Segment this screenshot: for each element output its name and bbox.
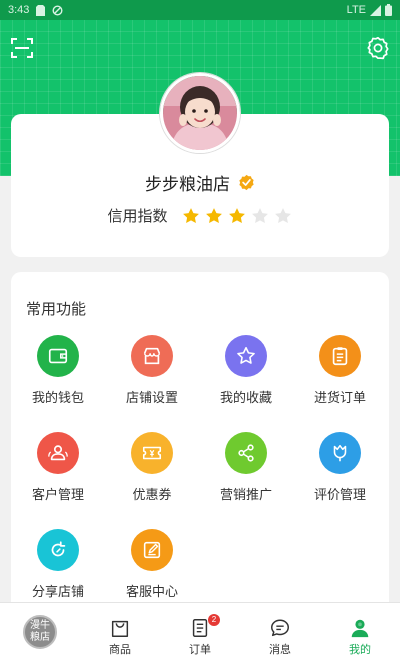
wallet-icon — [37, 335, 79, 377]
status-time: 3:43 — [8, 4, 30, 16]
my-favorites-button[interactable]: 我的收藏 — [201, 335, 291, 406]
edit-icon — [131, 529, 173, 571]
tab-mine-label: 我的 — [349, 644, 371, 656]
review-management-button[interactable]: 评价管理 — [295, 432, 385, 503]
scan-icon[interactable] — [10, 36, 34, 60]
star-empty-icon — [274, 207, 291, 223]
orders-badge: 2 — [208, 614, 220, 626]
settings-gear-icon[interactable] — [366, 36, 390, 60]
my-wallet-button[interactable]: 我的钱包 — [13, 335, 103, 406]
credit-stars — [181, 206, 293, 226]
network-type: LTE — [346, 4, 366, 16]
tab-messages[interactable]: 消息 — [240, 603, 320, 666]
tab-products-label: 商品 — [109, 644, 131, 656]
bag-icon — [111, 620, 129, 637]
purchase-orders-button[interactable]: 进货订单 — [295, 335, 385, 406]
tab-orders[interactable]: 2 订单 — [160, 603, 240, 666]
verified-badge-icon — [239, 174, 254, 191]
store-logo-text: 漫牛粮店 — [30, 620, 50, 643]
person-icon — [351, 619, 369, 638]
sim-card-icon — [36, 4, 46, 16]
my-favorites-label: 我的收藏 — [219, 390, 272, 405]
shop-name-row: 步步粮油店 — [11, 170, 389, 195]
store-settings-label: 店铺设置 — [125, 390, 178, 405]
avatar-photo — [163, 76, 237, 150]
store-logo: 漫牛粮店 — [23, 615, 57, 649]
star-filled-icon — [182, 207, 199, 223]
flower-icon — [319, 432, 361, 474]
customer-management-button[interactable]: 客户管理 — [13, 432, 103, 503]
marketing-promotion-label: 营销推广 — [219, 487, 272, 502]
tab-mine[interactable]: 我的 — [320, 603, 400, 666]
tab-products[interactable]: 商品 — [80, 603, 160, 666]
share-store-button[interactable]: 分享店铺 — [13, 529, 103, 600]
credit-row: 信用指数 — [11, 205, 389, 226]
shop-name: 步步粮油店 — [145, 175, 230, 194]
customer-management-label: 客户管理 — [31, 487, 84, 502]
status-bar: 3:43 LTE — [0, 0, 400, 20]
marketing-promotion-button[interactable]: 营销推广 — [201, 432, 291, 503]
store-icon — [131, 335, 173, 377]
refresh-share-icon — [37, 529, 79, 571]
coupons-button[interactable]: 优惠券 — [107, 432, 197, 503]
purchase-orders-label: 进货订单 — [313, 390, 366, 405]
review-management-label: 评价管理 — [313, 487, 366, 502]
tab-logo[interactable]: 漫牛粮店 — [0, 603, 80, 666]
customer-service-button[interactable]: 客服中心 — [107, 529, 197, 600]
store-settings-button[interactable]: 店铺设置 — [107, 335, 197, 406]
star-filled-icon — [205, 207, 222, 223]
bottom-tab-bar: 漫牛粮店 商品 2 订单 消息 我的 — [0, 602, 400, 666]
common-functions-title: 常用功能 — [26, 301, 87, 318]
star-empty-icon — [251, 207, 268, 223]
share-icon — [225, 432, 267, 474]
signal-icon — [370, 4, 381, 16]
data-saver-icon — [52, 4, 63, 16]
users-icon — [37, 432, 79, 474]
clipboard-icon — [319, 335, 361, 377]
star-icon — [225, 335, 267, 377]
message-icon — [271, 619, 289, 637]
star-filled-icon — [228, 207, 245, 223]
customer-service-label: 客服中心 — [125, 584, 178, 599]
my-wallet-label: 我的钱包 — [31, 390, 84, 405]
share-store-label: 分享店铺 — [31, 584, 84, 599]
tab-messages-label: 消息 — [269, 644, 291, 656]
credit-label: 信用指数 — [107, 208, 168, 225]
avatar[interactable] — [160, 73, 240, 153]
coupons-label: 优惠券 — [132, 487, 172, 502]
coupon-icon — [131, 432, 173, 474]
tab-orders-label: 订单 — [189, 644, 211, 656]
common-functions-card: 常用功能 我的钱包 店铺设置 我的收藏 进货订单 客户管理 优惠券 营销推广 评… — [11, 272, 389, 612]
battery-icon — [385, 4, 392, 16]
